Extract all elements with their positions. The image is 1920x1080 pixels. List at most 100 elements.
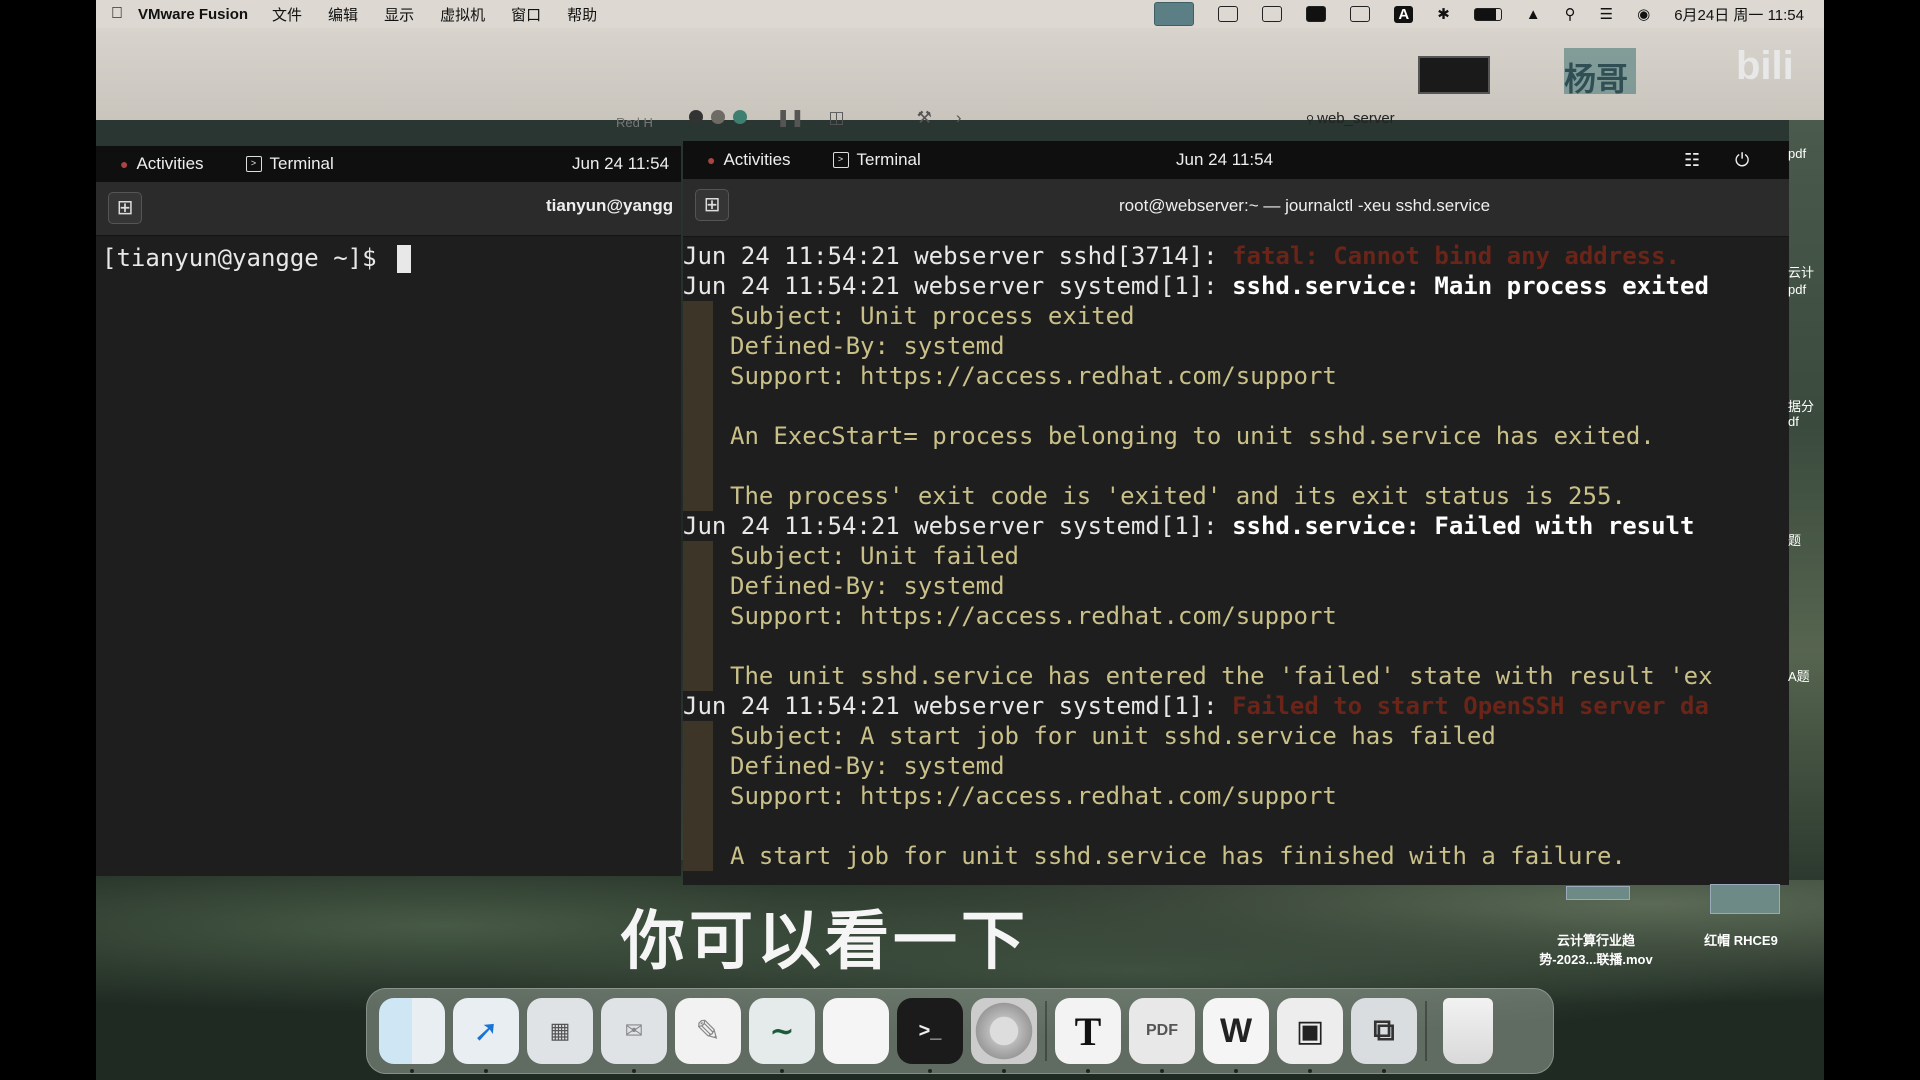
log-line: Subject: A start job for unit sshd.servi… [683, 721, 1789, 751]
log-message: fatal: Cannot bind any address. [1232, 242, 1681, 270]
file-thumbnail-rhce[interactable] [1710, 884, 1780, 914]
left-terminal-header: ⊞ tianyun@yangg [96, 182, 681, 236]
desktop-side-label[interactable]: 据分 [1788, 396, 1814, 415]
launchpad-icon[interactable]: ▦ [527, 998, 593, 1064]
camera-icon[interactable] [1218, 6, 1239, 22]
menu-edit[interactable]: 编辑 [328, 4, 358, 25]
left-vm-window[interactable]: ● Activities > Terminal Jun 24 11:54 ⊞ t… [96, 146, 681, 876]
log-line: An ExecStart= process belonging to unit … [683, 421, 1789, 451]
menu-file[interactable]: 文件 [272, 4, 302, 25]
menubar-status-area: A ✱ ▲ ⚲ ☰ ◉ 6月24日 周一 11:54 [1154, 0, 1804, 28]
log-line: Support: https://access.redhat.com/suppo… [683, 361, 1789, 391]
chrome-icon[interactable] [971, 998, 1037, 1073]
right-terminal-app-menu[interactable]: > Terminal [832, 150, 921, 170]
new-tab-button[interactable]: ⊞ [108, 192, 142, 224]
gnome-foot-icon: ● [707, 152, 716, 168]
desktop-side-label[interactable]: df [1788, 414, 1799, 429]
log-prefix: Jun 24 11:54:21 webserver sshd[3714]: [683, 242, 1233, 270]
left-terminal-title: tianyun@yangg [546, 196, 674, 215]
journalctl-output[interactable]: Jun 24 11:54:21 webserver sshd[3714]: fa… [683, 241, 1789, 871]
siri-icon[interactable]: ◉ [1637, 5, 1650, 23]
menu-view[interactable]: 显示 [384, 4, 414, 25]
chevron-right-icon[interactable]: › [956, 108, 962, 128]
log-line: Jun 24 11:54:21 webserver systemd[1]: Fa… [683, 691, 1789, 721]
right-vm-window[interactable]: ● Activities > Terminal Jun 24 11:54 ☷ ⏻… [683, 141, 1789, 885]
typora-icon[interactable]: T [1055, 998, 1121, 1073]
input-a-icon[interactable]: A [1394, 5, 1414, 23]
wifi-icon[interactable]: ▲ [1526, 6, 1541, 23]
left-clock[interactable]: Jun 24 11:54 [572, 154, 669, 174]
log-line [683, 451, 1789, 481]
pdf-glyph: PDF [1146, 1022, 1178, 1039]
wps-icon[interactable]: W [1203, 998, 1269, 1073]
desktop-side-label[interactable]: A题 [1788, 666, 1810, 685]
file-thumbnail-video[interactable] [1566, 886, 1630, 900]
wps-icon[interactable] [1306, 6, 1327, 22]
left-terminal-prompt[interactable]: [tianyun@yangge ~]$ [102, 244, 411, 273]
desktop-side-label[interactable]: 题 [1788, 530, 1801, 549]
terminal-glyph: >_ [918, 1019, 942, 1042]
finder-icon[interactable] [379, 998, 445, 1073]
log-prefix: Jun 24 11:54:21 webserver systemd[1]: [683, 692, 1233, 720]
right-terminal-title: root@webserver:~ — journalctl -xeu sshd.… [1119, 196, 1491, 215]
log-line [683, 811, 1789, 841]
pdf-icon[interactable]: PDF [1129, 998, 1195, 1073]
log-prefix: Jun 24 11:54:21 webserver systemd[1]: [683, 512, 1233, 540]
desktop-file-rhce[interactable]: 红帽 RHCE9 [1686, 930, 1796, 949]
log-line: Jun 24 11:54:21 webserver systemd[1]: ss… [683, 271, 1789, 301]
menu-help[interactable]: 帮助 [567, 4, 597, 25]
log-line: Defined-By: systemd [683, 751, 1789, 781]
safari-icon[interactable]: ➚ [453, 998, 519, 1073]
vmware-icon[interactable]: ⧉ [1351, 998, 1417, 1073]
zoom-button[interactable] [733, 110, 747, 124]
video-thumbnail [1418, 56, 1490, 94]
right-clock[interactable]: Jun 24 11:54 [1176, 150, 1273, 170]
search-icon[interactable]: ⚲ [1565, 5, 1576, 23]
pause-icon[interactable]: ❚❚ [776, 108, 805, 128]
sync-icon[interactable] [1350, 6, 1371, 22]
window-icon[interactable] [1262, 6, 1283, 22]
battery-icon[interactable] [1473, 7, 1502, 21]
left-activities-label: Activities [136, 154, 204, 173]
menu-vm[interactable]: 虚拟机 [440, 4, 485, 25]
close-button[interactable] [689, 110, 703, 124]
display-icon[interactable] [1154, 2, 1195, 26]
control-center-icon[interactable]: ☰ [1600, 5, 1613, 23]
snapshot-icon[interactable]: ◫ [829, 108, 845, 128]
blank-app-icon[interactable] [823, 998, 889, 1064]
terminal-icon[interactable]: >_ [897, 998, 963, 1073]
left-gnome-topbar: ● Activities > Terminal Jun 24 11:54 [96, 146, 681, 182]
desktop-side-label[interactable]: pdf [1788, 282, 1806, 297]
menu-window[interactable]: 窗口 [511, 4, 541, 25]
trash-icon[interactable] [1443, 998, 1493, 1064]
wps-glyph: W [1219, 1011, 1253, 1050]
new-tab-button[interactable]: ⊞ [695, 189, 729, 221]
freeform-icon[interactable]: ∼ [749, 998, 815, 1073]
settings-wrench-icon[interactable]: ⚒ [917, 108, 932, 128]
log-line: Support: https://access.redhat.com/suppo… [683, 601, 1789, 631]
right-activities-label: Activities [723, 150, 791, 169]
right-activities-button[interactable]: ● Activities [707, 150, 791, 170]
power-icon[interactable]: ⏻ [1735, 150, 1749, 171]
chatbot-icon[interactable]: ▣ [1277, 998, 1343, 1073]
app-name-menu[interactable]: VMware Fusion [138, 6, 248, 23]
text-cursor [396, 245, 411, 273]
left-terminal-app-menu[interactable]: > Terminal [245, 154, 334, 174]
menubar-datetime[interactable]: 6月24日 周一 11:54 [1674, 4, 1804, 25]
log-line: The process' exit code is 'exited' and i… [683, 481, 1789, 511]
bluetooth-icon[interactable]: ✱ [1437, 5, 1450, 23]
minimize-button[interactable] [711, 110, 725, 124]
left-activities-button[interactable]: ● Activities [120, 154, 204, 174]
network-icon[interactable]: ☷ [1684, 150, 1700, 171]
log-message: sshd.service: Failed with result [1232, 512, 1695, 540]
desktop-side-label[interactable]: pdf [1788, 146, 1806, 161]
desktop-side-label[interactable]: 云计 [1788, 262, 1814, 281]
right-terminal-label: Terminal [856, 150, 921, 169]
desktop-file-video[interactable]: 云计算行业趋 势-2023...联播.mov [1526, 930, 1666, 968]
brand-watermark: 杨哥 [1564, 61, 1629, 97]
messages-icon[interactable]: ✉ [601, 998, 667, 1073]
apple-icon[interactable]:  [96, 5, 138, 23]
log-line: Jun 24 11:54:21 webserver systemd[1]: ss… [683, 511, 1789, 541]
notes-icon[interactable]: ✎ [675, 998, 741, 1064]
log-message: sshd.service: Main process exited [1232, 272, 1709, 300]
